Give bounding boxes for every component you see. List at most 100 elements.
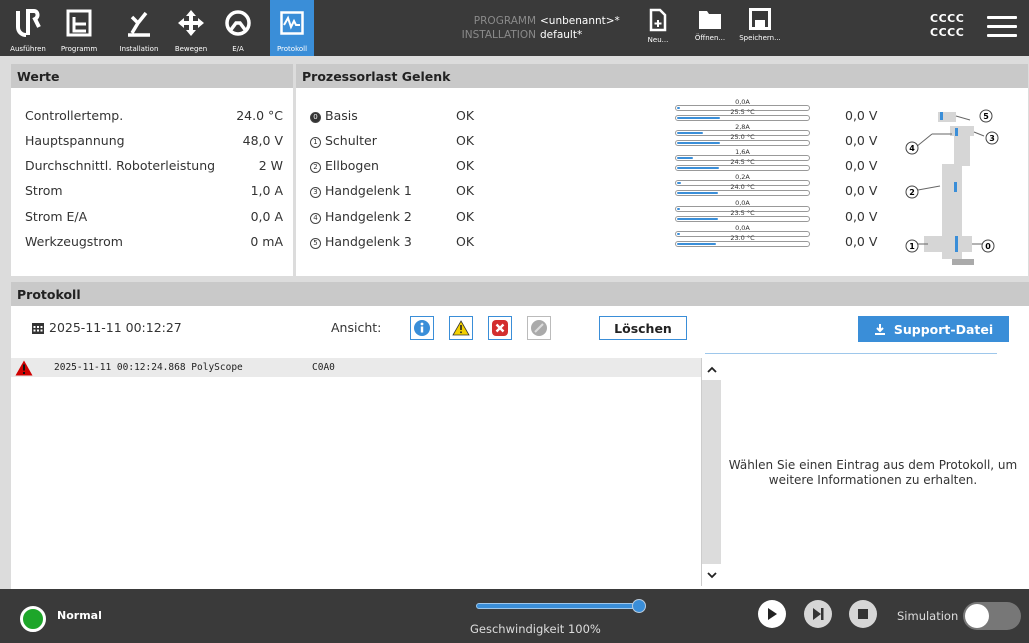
save-button[interactable]: Speichern... bbox=[735, 8, 785, 42]
temp-value: 24.5 °C bbox=[730, 158, 755, 166]
robot-name-line2: CCCC bbox=[930, 26, 965, 39]
info-filter-toggle[interactable] bbox=[410, 316, 434, 340]
nav-label: Bewegen bbox=[174, 45, 208, 53]
log-entry[interactable]: 2025-11-11 00:12:24.868 PolyScope C0A0 bbox=[11, 358, 701, 377]
save-label: Speichern... bbox=[739, 34, 781, 42]
werte-row: Werkzeugstrom 0 mA bbox=[25, 234, 283, 250]
joint-label: Handgelenk 1 bbox=[325, 183, 412, 198]
current-value: 2,8A bbox=[735, 123, 750, 131]
stop-button[interactable] bbox=[849, 600, 877, 628]
werte-value: 24.0 °C bbox=[236, 108, 283, 123]
error-filter-toggle[interactable] bbox=[488, 316, 512, 340]
current-value: 0,0A bbox=[735, 224, 750, 232]
warning-filter-toggle[interactable] bbox=[449, 316, 473, 340]
play-button[interactable] bbox=[758, 600, 786, 628]
nav-bewegen[interactable]: Bewegen bbox=[168, 0, 214, 56]
save-icon bbox=[749, 8, 771, 30]
werte-value: 48,0 V bbox=[242, 133, 283, 148]
current-value: 0,2A bbox=[735, 173, 750, 181]
speed-label: Geschwindigkeit 100% bbox=[470, 622, 601, 636]
log-list[interactable]: 2025-11-11 00:12:24.868 PolyScope C0A0 bbox=[11, 358, 701, 586]
warning-icon bbox=[15, 360, 33, 376]
log-scrollbar[interactable] bbox=[701, 358, 722, 586]
joint-label: Ellbogen bbox=[325, 158, 379, 173]
clear-log-button[interactable]: Löschen bbox=[599, 316, 687, 340]
step-button[interactable] bbox=[804, 600, 832, 628]
speed-slider[interactable] bbox=[476, 603, 640, 609]
robot-arm-diagram: 5 3 4 2 1 0 bbox=[905, 109, 999, 265]
nav-ausfuehren[interactable]: Ausführen bbox=[10, 0, 46, 56]
nav-installation[interactable]: Installation bbox=[110, 0, 168, 56]
scroll-down-button[interactable] bbox=[702, 564, 722, 586]
prozessorlast-panel: Prozessorlast Gelenk 0 Basis OK 0,0A 25.5 °C… bbox=[296, 64, 1028, 276]
toggle-knob bbox=[965, 604, 989, 628]
nav-ea[interactable]: E/A bbox=[218, 0, 258, 56]
simulation-label: Simulation bbox=[897, 609, 959, 623]
diagram-joint-label: 5 bbox=[983, 112, 989, 121]
joint-name: 3 Handgelenk 1 bbox=[310, 183, 412, 198]
werte-value: 1,0 A bbox=[250, 183, 283, 198]
temp-bar-fill bbox=[677, 167, 719, 169]
joint-voltage: 0,0 V bbox=[845, 234, 878, 249]
nav-label: Installation bbox=[119, 45, 159, 53]
werte-value: 0,0 A bbox=[250, 209, 283, 224]
date-filter[interactable]: 2025-11-11 00:12:27 bbox=[31, 320, 182, 335]
top-bar: Ausführen Programm Installation Bewegen … bbox=[0, 0, 1029, 56]
program-icon bbox=[66, 0, 92, 45]
joint-voltage: 0,0 V bbox=[845, 209, 878, 224]
app-window: Ausführen Programm Installation Bewegen … bbox=[0, 0, 1029, 643]
werte-label: Strom bbox=[25, 183, 63, 198]
status-label: Normal bbox=[57, 609, 102, 622]
temp-bar-fill bbox=[677, 192, 718, 194]
joint-label: Schulter bbox=[325, 133, 377, 148]
robot-name: CCCC CCCC bbox=[930, 12, 964, 40]
temp-bar-fill bbox=[677, 117, 720, 119]
installation-icon bbox=[124, 0, 154, 45]
support-file-button[interactable]: Support-Datei bbox=[858, 316, 1009, 342]
open-label: Öffnen... bbox=[694, 34, 726, 42]
speed-slider-handle[interactable] bbox=[632, 599, 646, 613]
installation-key: INSTALLATION bbox=[461, 29, 536, 41]
werte-label: Durchschnittl. Roboterleistung bbox=[25, 158, 216, 173]
calendar-icon bbox=[32, 322, 44, 334]
ur-logo-icon bbox=[15, 0, 41, 45]
joint-number-badge: 0 bbox=[310, 112, 321, 123]
simulation-toggle[interactable] bbox=[963, 602, 1021, 630]
error-icon bbox=[492, 320, 508, 336]
hamburger-menu-icon[interactable] bbox=[987, 16, 1017, 40]
diagram-joint-label: 3 bbox=[989, 134, 995, 143]
joint-name: 5 Handgelenk 3 bbox=[310, 234, 412, 249]
current-value: 0,0A bbox=[735, 199, 750, 207]
status-indicator-icon[interactable] bbox=[20, 606, 46, 632]
scroll-up-button[interactable] bbox=[702, 358, 722, 380]
chevron-up-icon bbox=[707, 366, 717, 373]
new-label: Neu... bbox=[647, 36, 669, 44]
debug-icon bbox=[531, 320, 547, 336]
werte-row: Hauptspannung 48,0 V bbox=[25, 133, 283, 149]
move-icon bbox=[177, 0, 205, 45]
io-icon bbox=[223, 0, 253, 45]
nav-protokoll[interactable]: Protokoll bbox=[270, 0, 314, 56]
joint-number-badge: 2 bbox=[310, 162, 321, 173]
folder-icon bbox=[699, 11, 721, 29]
joint-name: 2 Ellbogen bbox=[310, 158, 379, 173]
werte-value: 2 W bbox=[258, 158, 283, 173]
support-label: Support-Datei bbox=[893, 321, 994, 337]
temp-bar: 25.5 °C bbox=[675, 109, 810, 121]
debug-filter-toggle[interactable] bbox=[527, 316, 551, 340]
nav-programm[interactable]: Programm bbox=[56, 0, 102, 56]
werte-label: Controllertemp. bbox=[25, 108, 124, 123]
diagram-joint-label: 1 bbox=[909, 242, 915, 251]
program-key: PROGRAMM bbox=[473, 15, 536, 27]
joint-label: Basis bbox=[325, 108, 358, 123]
bottom-bar: Normal Geschwindigkeit 100% Simulation bbox=[0, 589, 1029, 643]
new-file-icon bbox=[649, 8, 667, 32]
temp-value: 24.0 °C bbox=[730, 183, 755, 191]
new-button[interactable]: Neu... bbox=[645, 8, 671, 44]
joint-voltage: 0,0 V bbox=[845, 133, 878, 148]
open-button[interactable]: Öffnen... bbox=[692, 8, 728, 42]
joint-name: 0 Basis bbox=[310, 108, 358, 123]
joint-name: 1 Schulter bbox=[310, 133, 377, 148]
program-info: PROGRAMM <unbenannt>* INSTALLATION default… bbox=[452, 14, 620, 42]
log-icon bbox=[280, 0, 304, 45]
